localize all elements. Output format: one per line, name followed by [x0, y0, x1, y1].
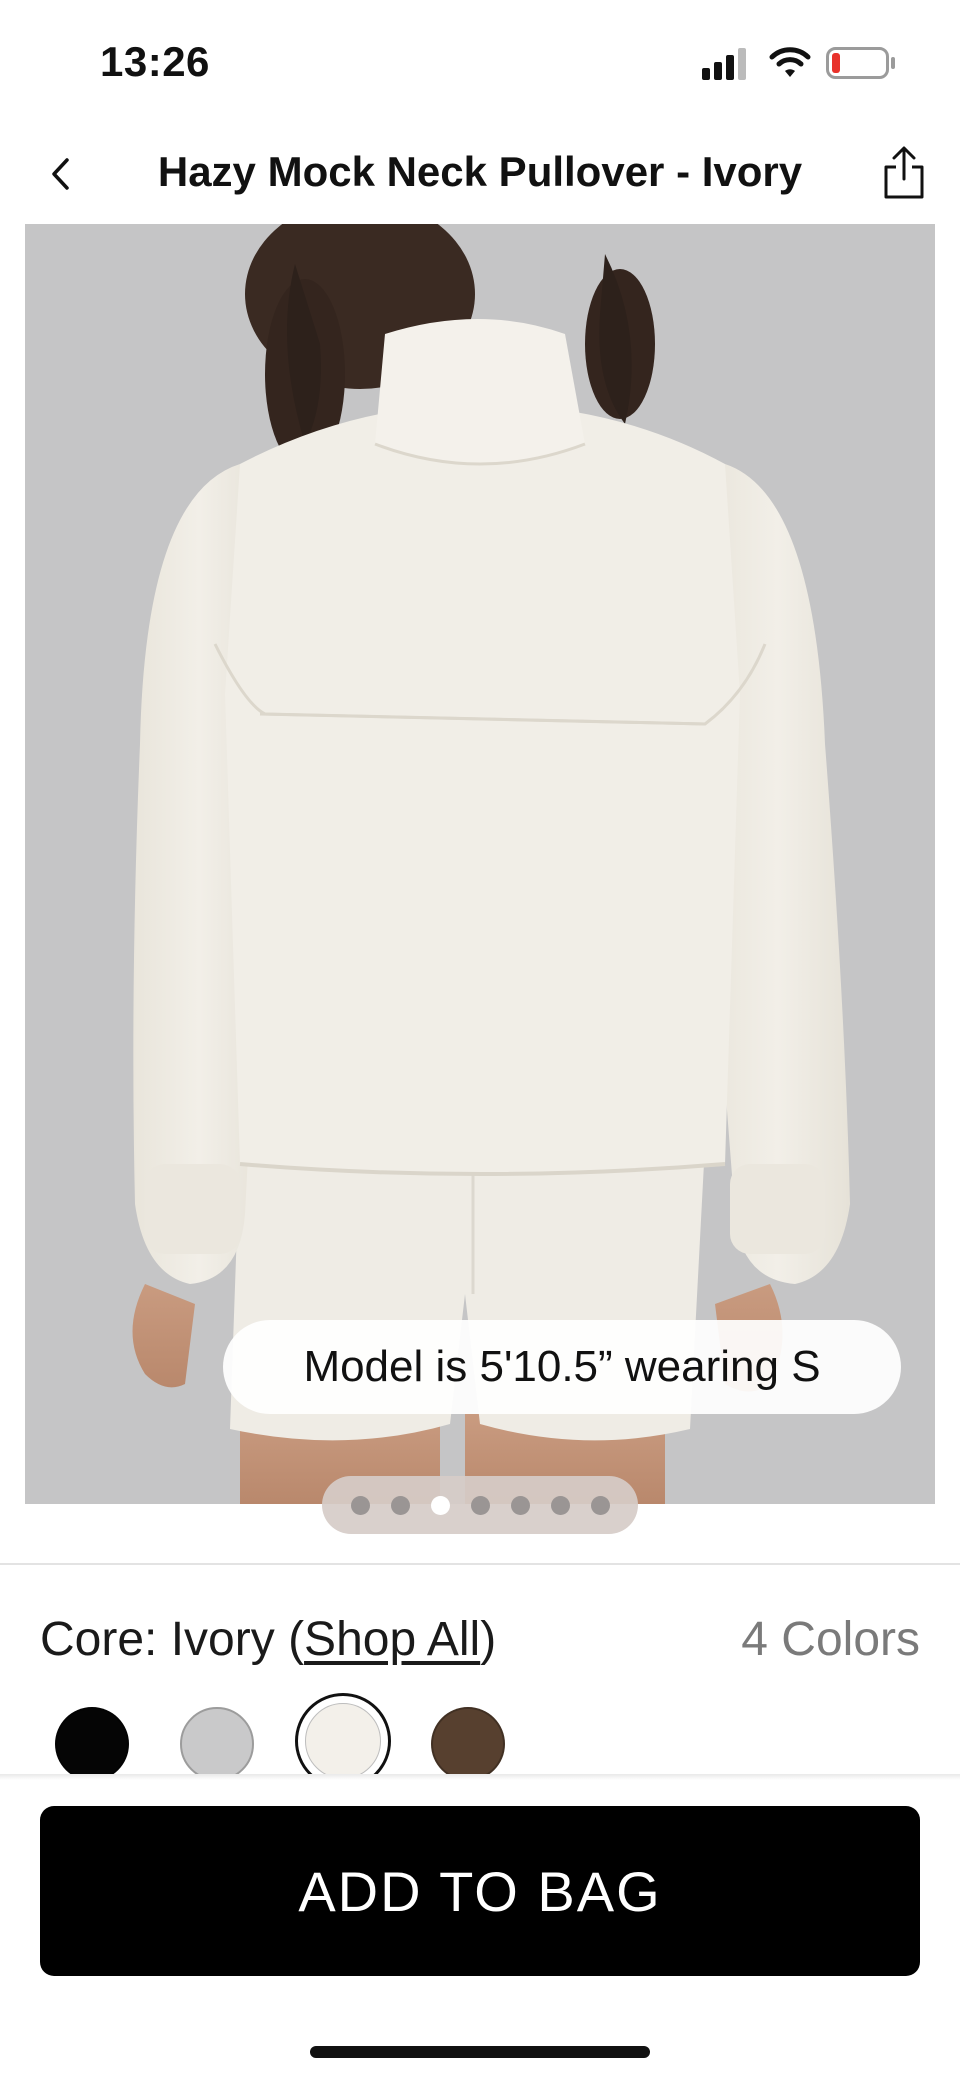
home-indicator	[310, 2046, 650, 2058]
pager-dot[interactable]	[550, 1495, 570, 1515]
color-label-prefix: Core: Ivory (	[40, 1613, 305, 1666]
pager-dot[interactable]	[430, 1495, 450, 1515]
pager-dot[interactable]	[510, 1495, 530, 1515]
color-swatch-brown[interactable]	[431, 1707, 505, 1781]
color-label-suffix: )	[480, 1613, 497, 1666]
share-button[interactable]	[872, 138, 936, 208]
image-pager[interactable]	[322, 1476, 638, 1534]
pager-dot[interactable]	[590, 1495, 610, 1515]
battery-icon	[826, 47, 895, 79]
bottom-action-bar: ADD TO BAG	[0, 1780, 960, 2078]
product-photo	[25, 224, 935, 1504]
pager-dot[interactable]	[390, 1495, 410, 1515]
shop-all-link[interactable]: Shop All	[304, 1613, 480, 1666]
pager-dot[interactable]	[350, 1495, 370, 1515]
chevron-left-icon	[52, 158, 69, 190]
product-image[interactable]	[25, 224, 935, 1504]
model-size-note: Model is 5'10.5” wearing S	[223, 1320, 901, 1414]
page-title: Hazy Mock Neck Pullover - Ivory	[157, 148, 803, 195]
status-time: 13:26	[100, 38, 210, 85]
battery-fill	[832, 53, 840, 73]
back-button[interactable]	[28, 142, 92, 206]
color-label: Core: Ivory (Shop All)	[40, 1612, 496, 1667]
divider	[0, 1563, 960, 1565]
color-swatch-grey[interactable]	[180, 1707, 254, 1781]
swatch-fill	[305, 1703, 381, 1779]
top-navigation-bar: Hazy Mock Neck Pullover - Ivory	[0, 130, 960, 220]
status-bar: 13:26	[0, 0, 960, 120]
signal-icon	[702, 48, 746, 80]
color-count: 4 Colors	[741, 1613, 920, 1666]
add-to-bag-button[interactable]: ADD TO BAG	[40, 1806, 920, 1976]
share-icon	[884, 146, 924, 199]
wifi-icon	[769, 47, 811, 77]
pager-dot[interactable]	[470, 1495, 490, 1515]
color-swatch-black[interactable]	[55, 1707, 129, 1781]
